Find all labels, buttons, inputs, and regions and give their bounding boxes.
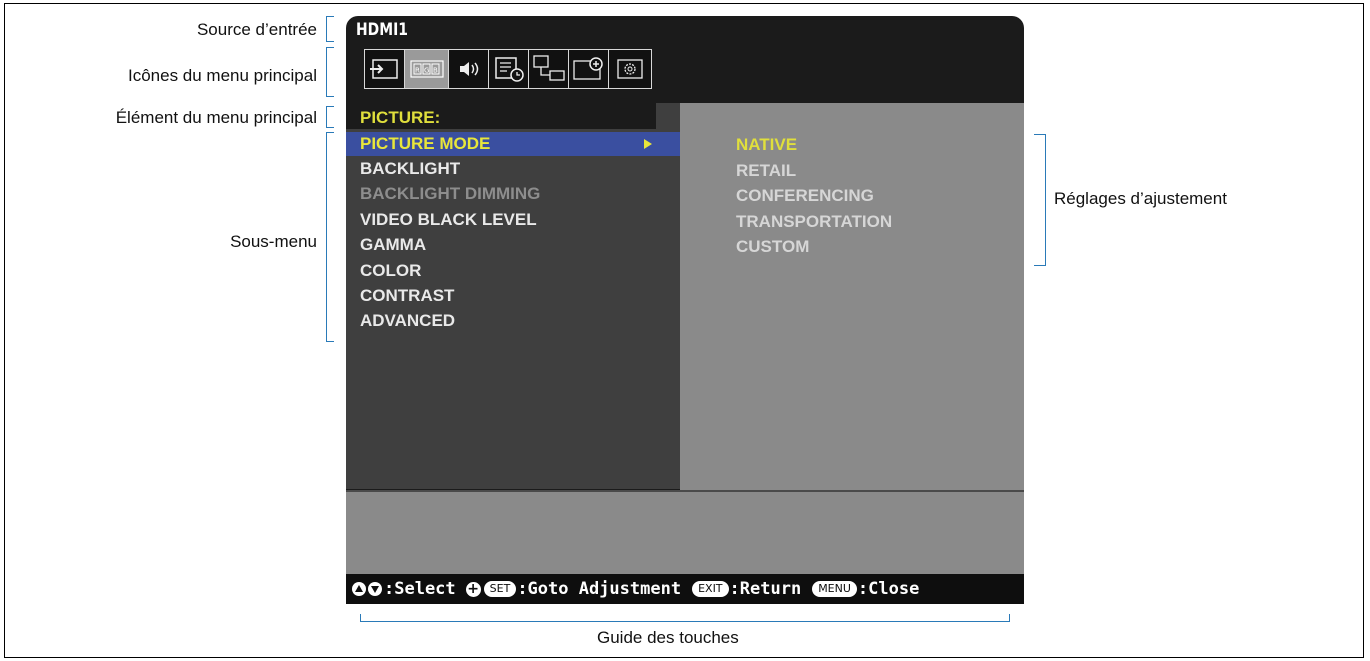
menu-key-icon: MENU (812, 581, 857, 597)
submenu-item-label: PICTURE MODE (360, 134, 491, 153)
osd-screen: HDMI1 R G B PICTURE: PICTURE MODE BACKLI… (346, 16, 1024, 604)
protect-icon[interactable] (569, 50, 609, 88)
submenu-item-contrast[interactable]: CONTRAST (346, 283, 680, 308)
down-arrow-icon (368, 582, 382, 596)
svg-text:B: B (433, 67, 438, 75)
audio-icon[interactable] (449, 50, 489, 88)
submenu-list: PICTURE MODE BACKLIGHT BACKLIGHT DIMMING… (346, 132, 680, 334)
adjustment-panel: NATIVE RETAIL CONFERENCING TRANSPORTATIO… (680, 103, 1024, 490)
callout-adjustment-settings: Réglages d’ajustement (1054, 189, 1227, 208)
key-guide-select: :Select (384, 579, 456, 599)
input-source-label: HDMI1 (356, 20, 409, 40)
option-conferencing[interactable]: CONFERENCING (736, 183, 892, 209)
submenu-item-picture-mode[interactable]: PICTURE MODE (346, 132, 680, 156)
plus-key-icon: + (465, 580, 481, 597)
adjustment-options: NATIVE RETAIL CONFERENCING TRANSPORTATIO… (736, 132, 892, 260)
key-guide-return: :Return (729, 579, 802, 599)
bracket-submenu (326, 132, 334, 342)
svg-text:G: G (424, 67, 429, 75)
description-area (346, 490, 1024, 574)
input-icon[interactable] (365, 50, 405, 88)
callout-main-menu-icons: Icônes du menu principal (127, 66, 317, 85)
bracket-input-source (326, 16, 334, 42)
main-menu-item-header: PICTURE: (346, 103, 656, 129)
submenu-item-advanced[interactable]: ADVANCED (346, 308, 680, 333)
callout-main-menu-item: Élément du menu principal (115, 108, 317, 127)
key-guide-goto: :Goto Adjustment (517, 579, 682, 599)
submenu-item-color[interactable]: COLOR (346, 258, 680, 283)
picture-rgb-icon[interactable]: R G B (405, 50, 449, 88)
callout-input-source: Source d’entrée (196, 20, 317, 39)
option-retail[interactable]: RETAIL (736, 158, 892, 184)
system-icon[interactable] (609, 50, 651, 88)
svg-text:R: R (415, 67, 420, 75)
bracket-key-guide (360, 614, 1010, 622)
network-icon[interactable] (529, 50, 569, 88)
bracket-adjustment-settings (1034, 134, 1046, 266)
option-transportation[interactable]: TRANSPORTATION (736, 209, 892, 235)
submenu-item-backlight-dimming: BACKLIGHT DIMMING (360, 184, 541, 204)
option-custom[interactable]: CUSTOM (736, 234, 892, 260)
main-menu-icon-bar: R G B (364, 49, 652, 89)
submenu-item-gamma[interactable]: GAMMA (346, 232, 680, 257)
bracket-main-menu-icons (326, 47, 334, 97)
bracket-main-menu-item (326, 106, 334, 128)
set-key-icon: SET (483, 581, 517, 597)
schedule-icon[interactable] (489, 50, 529, 88)
submenu-item-video-black-level[interactable]: VIDEO BLACK LEVEL (346, 207, 680, 232)
key-guide-close: :Close (857, 579, 920, 599)
callout-submenu: Sous-menu (230, 232, 317, 251)
exit-key-icon: EXIT (692, 581, 729, 597)
key-guide-bar: :Select + SET :Goto Adjustment EXIT :Ret… (346, 574, 1024, 604)
arrow-right-icon (644, 139, 652, 149)
main-menu-item-title: PICTURE: (360, 108, 441, 127)
callout-key-guide: Guide des touches (597, 628, 739, 647)
submenu-panel: PICTURE: PICTURE MODE BACKLIGHT BACKLIGH… (346, 103, 680, 489)
option-native[interactable]: NATIVE (736, 132, 892, 158)
up-arrow-icon (352, 582, 366, 596)
submenu-item-backlight[interactable]: BACKLIGHT (346, 156, 680, 181)
